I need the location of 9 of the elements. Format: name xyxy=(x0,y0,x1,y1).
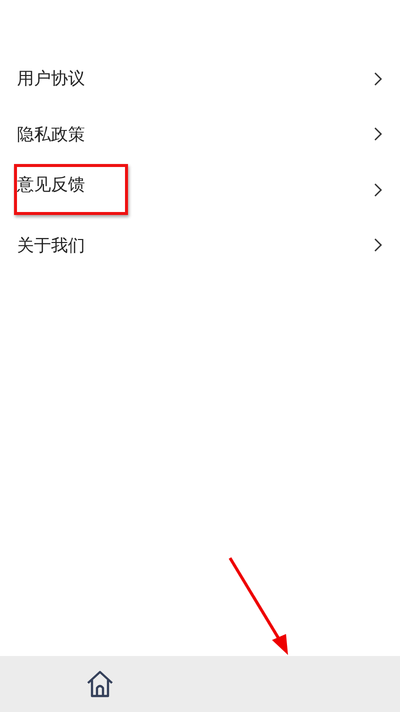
menu-item-label[interactable]: 意见反馈 xyxy=(14,164,128,216)
menu-item-label[interactable]: 隐私政策 xyxy=(14,120,88,149)
menu-item-label[interactable]: 用户协议 xyxy=(14,64,88,94)
chevron-right-icon xyxy=(374,238,382,252)
menu-item-label[interactable]: 关于我们 xyxy=(14,230,88,260)
chevron-right-icon xyxy=(374,72,382,86)
chevron-right-icon xyxy=(374,127,382,142)
chevron-right-icon xyxy=(374,182,382,197)
home-icon[interactable] xyxy=(86,670,114,698)
